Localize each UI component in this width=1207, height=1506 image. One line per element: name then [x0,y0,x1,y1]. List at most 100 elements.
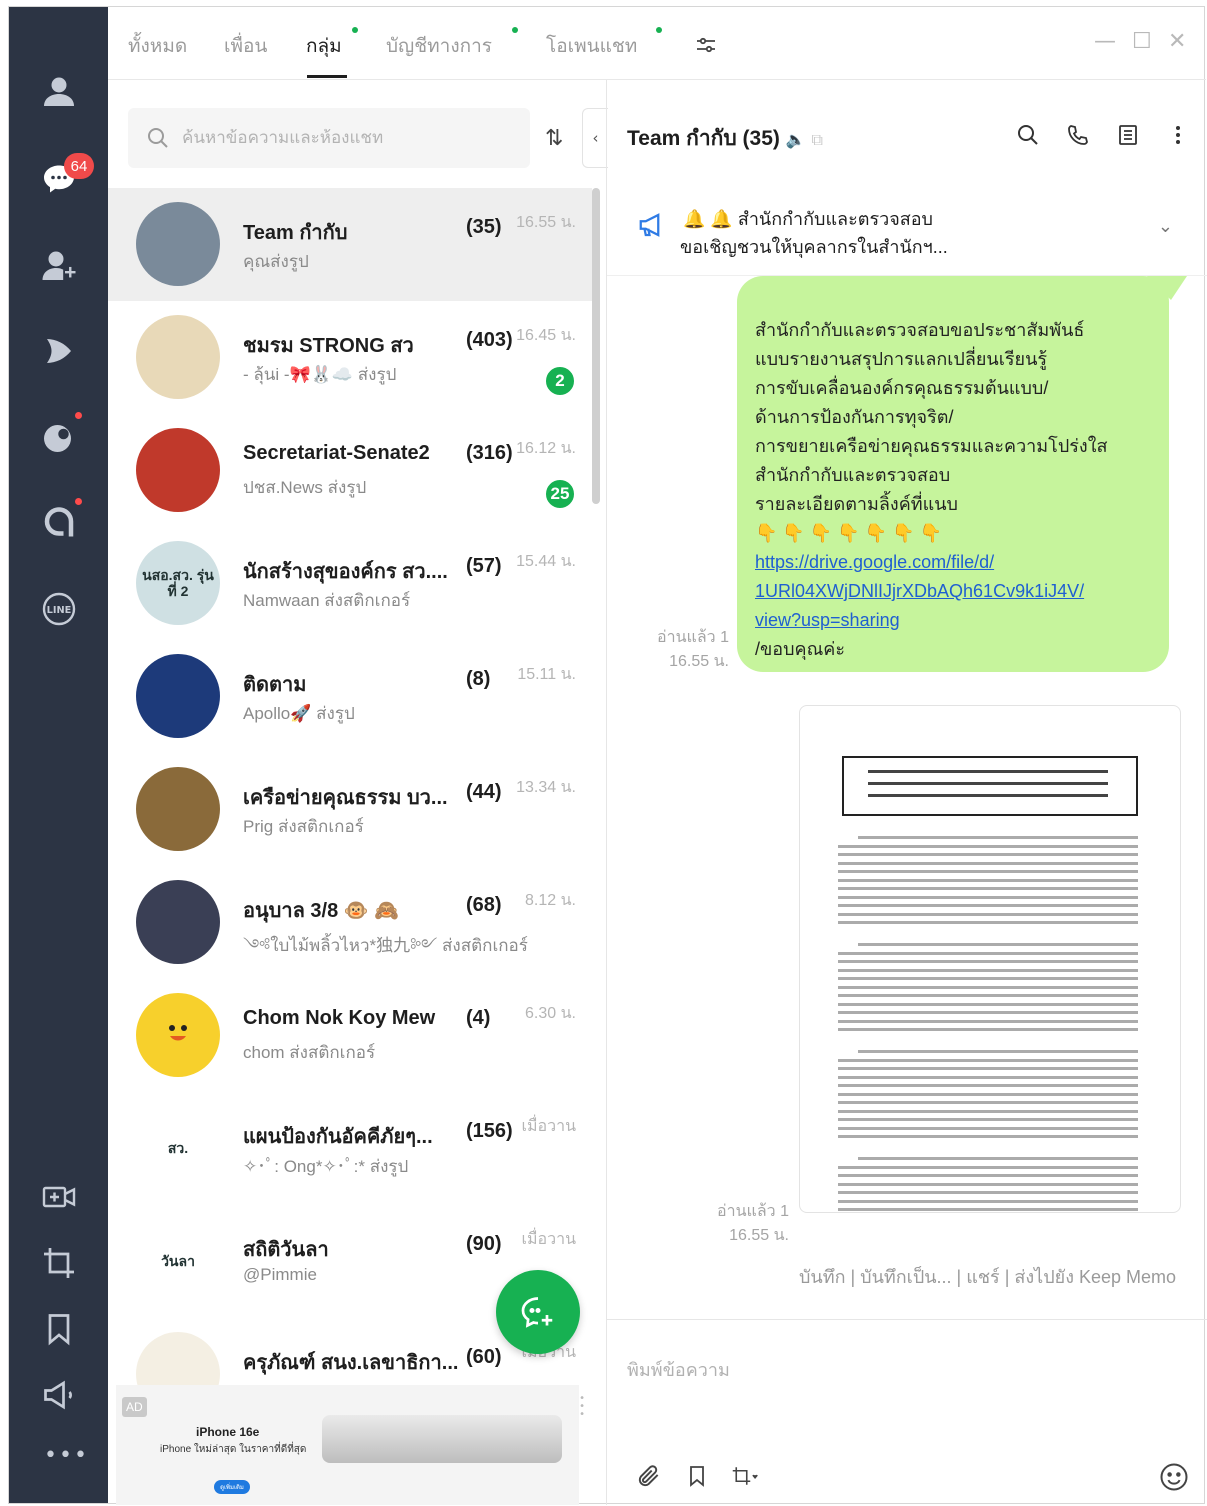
chat-list-item[interactable]: ชมรม STRONG สว (403) - ลุ้นi -🎀🐰☁️ ส่งรูป 1… [108,301,592,414]
openchat-dot [75,498,82,505]
popout-icon[interactable]: ⧉ [812,132,823,149]
document-text-line [858,1157,1138,1160]
message-input[interactable] [627,1340,1187,1400]
wallet-icon[interactable] [37,415,81,459]
minimize-icon[interactable]: — [1094,29,1116,54]
chevron-down-icon[interactable]: ⌄ [1158,216,1173,237]
keep-save-icon[interactable] [683,1462,711,1490]
room-title: Team กำกับ (35) 🔈 ⧉ [627,122,823,155]
keep-icon[interactable] [37,1307,81,1351]
message-link-line[interactable]: view?usp=sharing [755,606,1151,635]
mute-icon[interactable]: 🔈 [786,132,806,149]
message-line: 👇 👇 👇 👇 👇 👇 👇 [755,523,942,543]
add-friend-icon[interactable] [37,243,81,287]
line-app-window: 64 LINE ••• ทั้งหมด เพื่อน กลุ่ม บัญชีทา… [8,6,1207,1505]
message-link-line[interactable]: 1URl04XWjDNlIJjrXDbAQh61Cv9k1iJ4V/ [755,577,1151,606]
avatar-text: วันลา [161,1253,195,1269]
chat-list-item[interactable]: เครือข่ายคุณธรรม บว... (44) Prig ส่งสติกเก… [108,753,592,866]
avatar [136,993,220,1077]
close-icon[interactable]: ✕ [1168,29,1186,54]
message-link[interactable]: https://drive.google.com/file/d/1URl04XW… [755,548,1151,635]
document-text-line [838,1092,1138,1096]
message-line: แบบรายงานสรุปการแลกเปลี่ยนเรียนรู้ [755,349,1048,369]
tab-groups-dot [352,27,358,33]
chat-time: 15.11 น. [517,666,576,683]
chat-list-item[interactable]: Team กำกับ (35) คุณส่งรูป 16.55 น. [108,188,592,301]
more-icon[interactable]: ••• [44,1443,89,1468]
message-link-line[interactable]: https://drive.google.com/file/d/ [755,548,1151,577]
chat-time: 16.12 น. [516,440,576,457]
announcement-icon[interactable] [37,1373,81,1417]
chat-list-scrollbar[interactable] [592,188,600,504]
ad-banner[interactable]: AD iPhone 16e iPhone ใหม่ล่าสุด ในราคาที… [116,1385,585,1505]
voom-icon[interactable] [37,329,81,373]
tab-openchat[interactable]: โอเพนแชท [546,31,637,61]
avatar [136,654,220,738]
chat-list-item[interactable]: นสอ.สว. รุ่นที่ 2 นักสร้างสุของค์กร สว...… [108,527,592,640]
chat-unread-badge: 64 [64,153,94,179]
chat-list-item[interactable]: ติดตาม (8) Apollo🚀 ส่งรูป 15.11 น. [108,640,592,753]
chat-member-count: (90) [466,1233,502,1255]
announcement-bar[interactable]: 🔔 🔔 สำนักกำกับและตรวจสอบ ขอเชิญชวนให้บุค… [607,180,1207,276]
document-text-line [838,861,1138,865]
chat-list-item[interactable]: Secretariat-Senate2 (316) ปชส.News ส่งรูป 1… [108,414,592,527]
filter-settings-icon[interactable] [694,33,718,61]
room-actions [1016,122,1190,148]
image-actions[interactable]: บันทึก | บันทึกเป็น... | แชร์ | ส่งไปยัง… [799,1262,1176,1291]
avatar [136,1332,220,1385]
chat-preview: Namwaan ส่งสติกเกอร์ [243,591,411,610]
image-message[interactable] [799,705,1181,1213]
search-icon[interactable] [1016,122,1040,148]
chat-preview: chom ส่งสติกเกอร์ [243,1043,376,1062]
document-heading-line [868,770,1108,773]
chat-preview: ✧･ﾟ: Ong*✧･ﾟ:* ส่งรูป [243,1157,409,1176]
document-text-line [838,977,1138,980]
document-text-line [838,1058,1138,1062]
tab-official-accounts[interactable]: บัญชีทางการ [386,31,492,61]
chat-member-count: (68) [466,894,502,916]
avatar-text: สว. [167,1140,189,1156]
chat-preview: @Pimmie [243,1265,317,1284]
document-text-line [838,1174,1138,1177]
document-text-line [838,853,1138,856]
chat-member-count: (403) [466,329,513,351]
more-options-icon[interactable] [1166,122,1190,148]
chat-list-item[interactable]: อนุบาล 3/8 🐵 🙈 (68) ༺ใบไม้พลิ้วไหว*独九༻ ส่ง… [108,866,592,979]
chat-time: เมื่อวาน [521,1118,576,1135]
new-chat-button[interactable] [496,1270,580,1354]
call-icon[interactable] [1066,122,1090,148]
notes-icon[interactable] [1116,122,1140,148]
document-text-line [838,912,1138,916]
chat-list: Team กำกับ (35) คุณส่งรูป 16.55 น. ชมรม STRO… [108,80,592,1385]
tab-all[interactable]: ทั้งหมด [128,31,187,61]
document-text-line [838,1084,1138,1087]
maximize-icon[interactable]: ☐ [1132,29,1152,54]
document-text-line [838,1199,1138,1203]
chat-list-item[interactable]: Chom Nok Koy Mew (4) chom ส่งสติกเกอร์ 6.30… [108,979,592,1092]
tab-friends[interactable]: เพื่อน [224,31,267,61]
openchat-icon[interactable] [37,501,81,545]
ad-menu-icon[interactable]: • • • [579,1394,585,1420]
screenshot-icon[interactable] [37,1241,81,1285]
friends-icon[interactable] [37,69,81,113]
document-text-line [838,1011,1138,1014]
chat-list-item[interactable]: สว. แผนป้องกันอัคคีภัยๆ... (156) ✧･ﾟ: Ong*✧… [108,1092,592,1205]
left-rail: 64 LINE ••• [9,7,108,1503]
message-line: ด้านการป้องกันการทุจริต/ [755,407,954,427]
message-time: 16.55 น. [669,653,729,670]
chat-list-panel: ⇅ ‹ Team กำกับ(35)คุณส่งรูป16.55 น.ชมรม … [108,80,608,1505]
chat-filter-tabs: ทั้งหมด เพื่อน กลุ่ม บัญชีทางการ โอเพนแช… [108,7,1206,80]
tab-groups[interactable]: กลุ่ม [306,31,342,61]
document-text-line [858,943,1138,946]
attach-icon[interactable] [635,1462,663,1490]
chat-member-count: (156) [466,1120,513,1142]
line-logo-icon[interactable]: LINE [37,587,81,631]
video-call-icon[interactable] [37,1175,81,1219]
document-text-line [838,1182,1138,1186]
ad-button[interactable]: ดูเพิ่มเติม [214,1480,250,1494]
emoji-icon[interactable] [1159,1462,1189,1496]
unread-badge: 25 [544,478,576,510]
document-header-box [842,756,1138,816]
screenshot-menu-icon[interactable] [731,1462,759,1490]
message-bubble[interactable]: สำนักกำกับและตรวจสอบขอประชาสัมพันธ์ แบบรา… [737,276,1169,672]
